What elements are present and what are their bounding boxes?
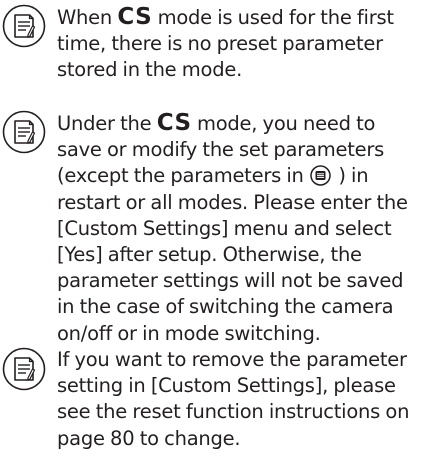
note-text-part: Under the xyxy=(57,112,157,135)
note-text: Under the CS mode, you need to save or m… xyxy=(57,110,425,347)
note-text-part: When xyxy=(57,6,118,29)
note-text: If you want to remove the parameter sett… xyxy=(57,348,410,450)
note-text: When CS mode is used for the first time,… xyxy=(57,4,425,84)
menu-icon xyxy=(310,165,331,187)
note-icon xyxy=(2,347,46,391)
cs-mode-label: CS xyxy=(117,4,153,30)
cs-mode-label: CS xyxy=(156,110,192,136)
note-icon xyxy=(2,4,46,48)
note-text-part: ) in restart or all modes. Please enter … xyxy=(57,164,408,345)
note-icon xyxy=(2,110,46,154)
